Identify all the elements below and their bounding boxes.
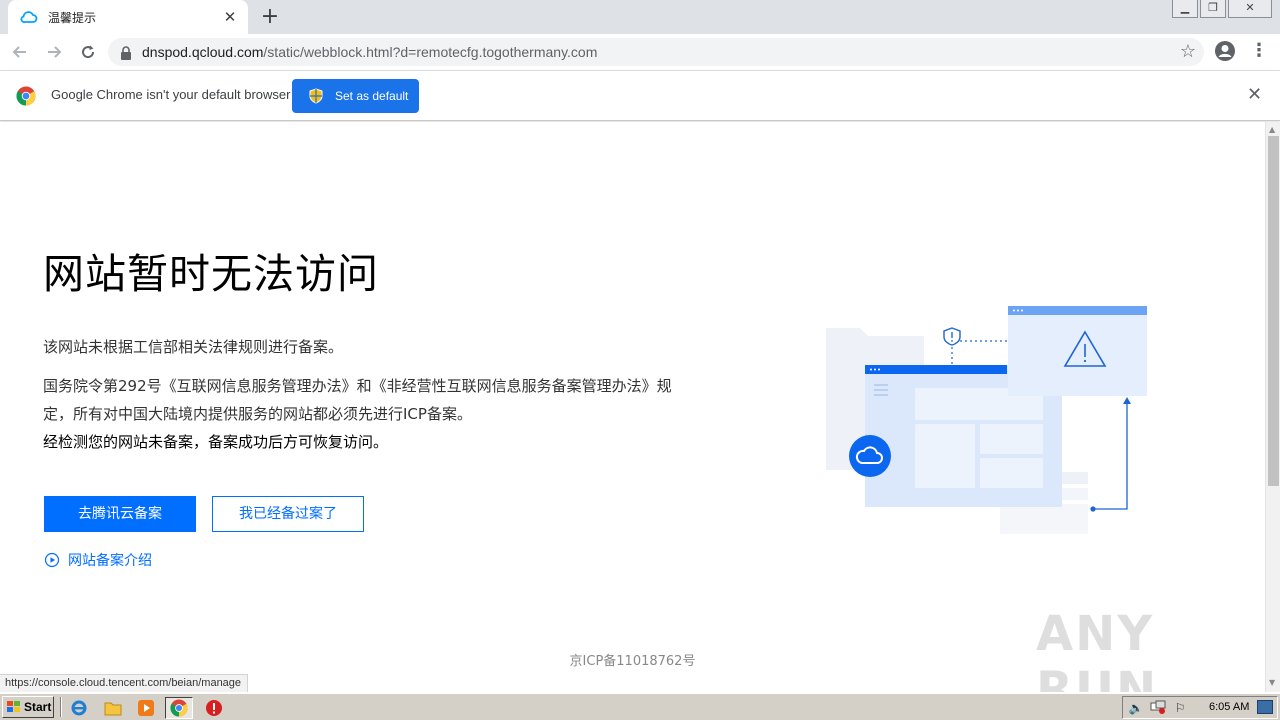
bookmark-star-icon[interactable]: ☆ xyxy=(1180,42,1196,62)
beian-intro-link[interactable]: 网站备案介绍 xyxy=(44,550,152,570)
infobar-close-icon[interactable]: ✕ xyxy=(1247,85,1262,105)
network-icon[interactable] xyxy=(1149,700,1167,716)
reload-icon[interactable] xyxy=(74,38,102,66)
scroll-down-arrow-icon[interactable]: ▼ xyxy=(1269,678,1275,687)
volume-icon[interactable]: 🔈 xyxy=(1127,700,1145,716)
browser-tab[interactable]: 温馨提示 ✕ xyxy=(8,0,248,34)
start-button[interactable]: Start xyxy=(2,696,54,718)
new-tab-button[interactable]: + xyxy=(258,5,282,29)
infobar-message: Google Chrome isn't your default browser xyxy=(51,87,291,102)
action-center-flag-icon[interactable]: ⚐ xyxy=(1171,700,1189,716)
page-scrollbar[interactable]: ▲ ▼ xyxy=(1265,122,1280,692)
tab-strip: 温馨提示 ✕ + ▁ ❐ ✕ xyxy=(0,0,1280,34)
taskbar-separator xyxy=(60,697,62,717)
lock-icon[interactable] xyxy=(120,45,134,60)
media-player-icon[interactable] xyxy=(136,698,156,718)
set-as-default-label: Set as default xyxy=(335,89,409,103)
url-path: /static/webblock.html?d=remotecfg.togoth… xyxy=(263,44,598,60)
show-desktop-icon[interactable] xyxy=(1257,700,1273,714)
chrome-taskbar-icon[interactable] xyxy=(165,697,193,719)
play-circle-icon xyxy=(44,552,60,568)
already-filed-button[interactable]: 我已经备过案了 xyxy=(212,496,364,532)
notice-paragraph-1: 该网站未根据工信部相关法律规则进行备案。 xyxy=(43,338,344,356)
system-tray: 🔈 ⚐ 6:05 AM xyxy=(1122,696,1278,719)
stop-alert-icon[interactable] xyxy=(204,698,224,718)
window-controls: ▁ ❐ ✕ xyxy=(1170,0,1272,18)
windows-logo-icon xyxy=(6,700,22,714)
cloud-icon xyxy=(20,8,38,26)
taskbar-clock[interactable]: 6:05 AM xyxy=(1209,701,1249,713)
website-blocked-illustration xyxy=(826,306,1147,534)
notice-paragraph-2: 国务院令第292号《互联网信息服务管理办法》和《非经营性互联网信息服务备案管理办… xyxy=(43,377,672,423)
url-host: dnspod.qcloud.com xyxy=(142,44,264,60)
page-content: 网站暂时无法访问 该网站未根据工信部相关法律规则进行备案。 国务院令第292号《… xyxy=(0,122,1265,692)
forward-icon[interactable] xyxy=(40,38,68,66)
page-title: 网站暂时无法访问 xyxy=(43,250,379,298)
set-as-default-button[interactable]: Set as default xyxy=(292,79,419,113)
browser-toolbar: dnspod.qcloud.com/static/webblock.html?d… xyxy=(0,34,1280,70)
chrome-logo-icon xyxy=(16,86,36,106)
tab-close-icon[interactable]: ✕ xyxy=(222,9,238,25)
start-label: Start xyxy=(24,700,52,714)
minimize-button[interactable]: ▁ xyxy=(1172,0,1198,18)
restore-button[interactable]: ❐ xyxy=(1200,0,1226,18)
back-icon[interactable] xyxy=(6,38,34,66)
profile-avatar-icon[interactable] xyxy=(1214,40,1236,62)
file-explorer-icon[interactable] xyxy=(103,698,123,718)
default-browser-infobar: Google Chrome isn't your default browser… xyxy=(0,70,1280,121)
notice-paragraph-3: 经检测您的网站未备案，备案成功后方可恢复访问。 xyxy=(43,433,389,451)
tab-title: 温馨提示 xyxy=(48,10,97,25)
status-bar-url: https://console.cloud.tencent.com/beian/… xyxy=(0,674,249,692)
windows-taskbar: Start 🔈 ⚐ 6:05 AM xyxy=(0,693,1280,720)
scroll-up-arrow-icon[interactable]: ▲ xyxy=(1269,125,1275,134)
url-text: dnspod.qcloud.com/static/webblock.html?d… xyxy=(142,44,597,60)
address-bar[interactable]: dnspod.qcloud.com/static/webblock.html?d… xyxy=(108,38,1204,66)
uac-shield-icon xyxy=(308,88,324,104)
close-window-button[interactable]: ✕ xyxy=(1228,0,1272,18)
internet-explorer-icon[interactable] xyxy=(69,698,89,718)
beian-intro-label: 网站备案介绍 xyxy=(68,553,152,569)
kebab-menu-icon[interactable]: ⋮ xyxy=(1250,40,1268,62)
scrollbar-thumb[interactable] xyxy=(1268,136,1279,486)
anyrun-watermark: ANY RUN xyxy=(1036,606,1159,692)
go-tencent-beian-button[interactable]: 去腾讯云备案 xyxy=(44,496,196,532)
